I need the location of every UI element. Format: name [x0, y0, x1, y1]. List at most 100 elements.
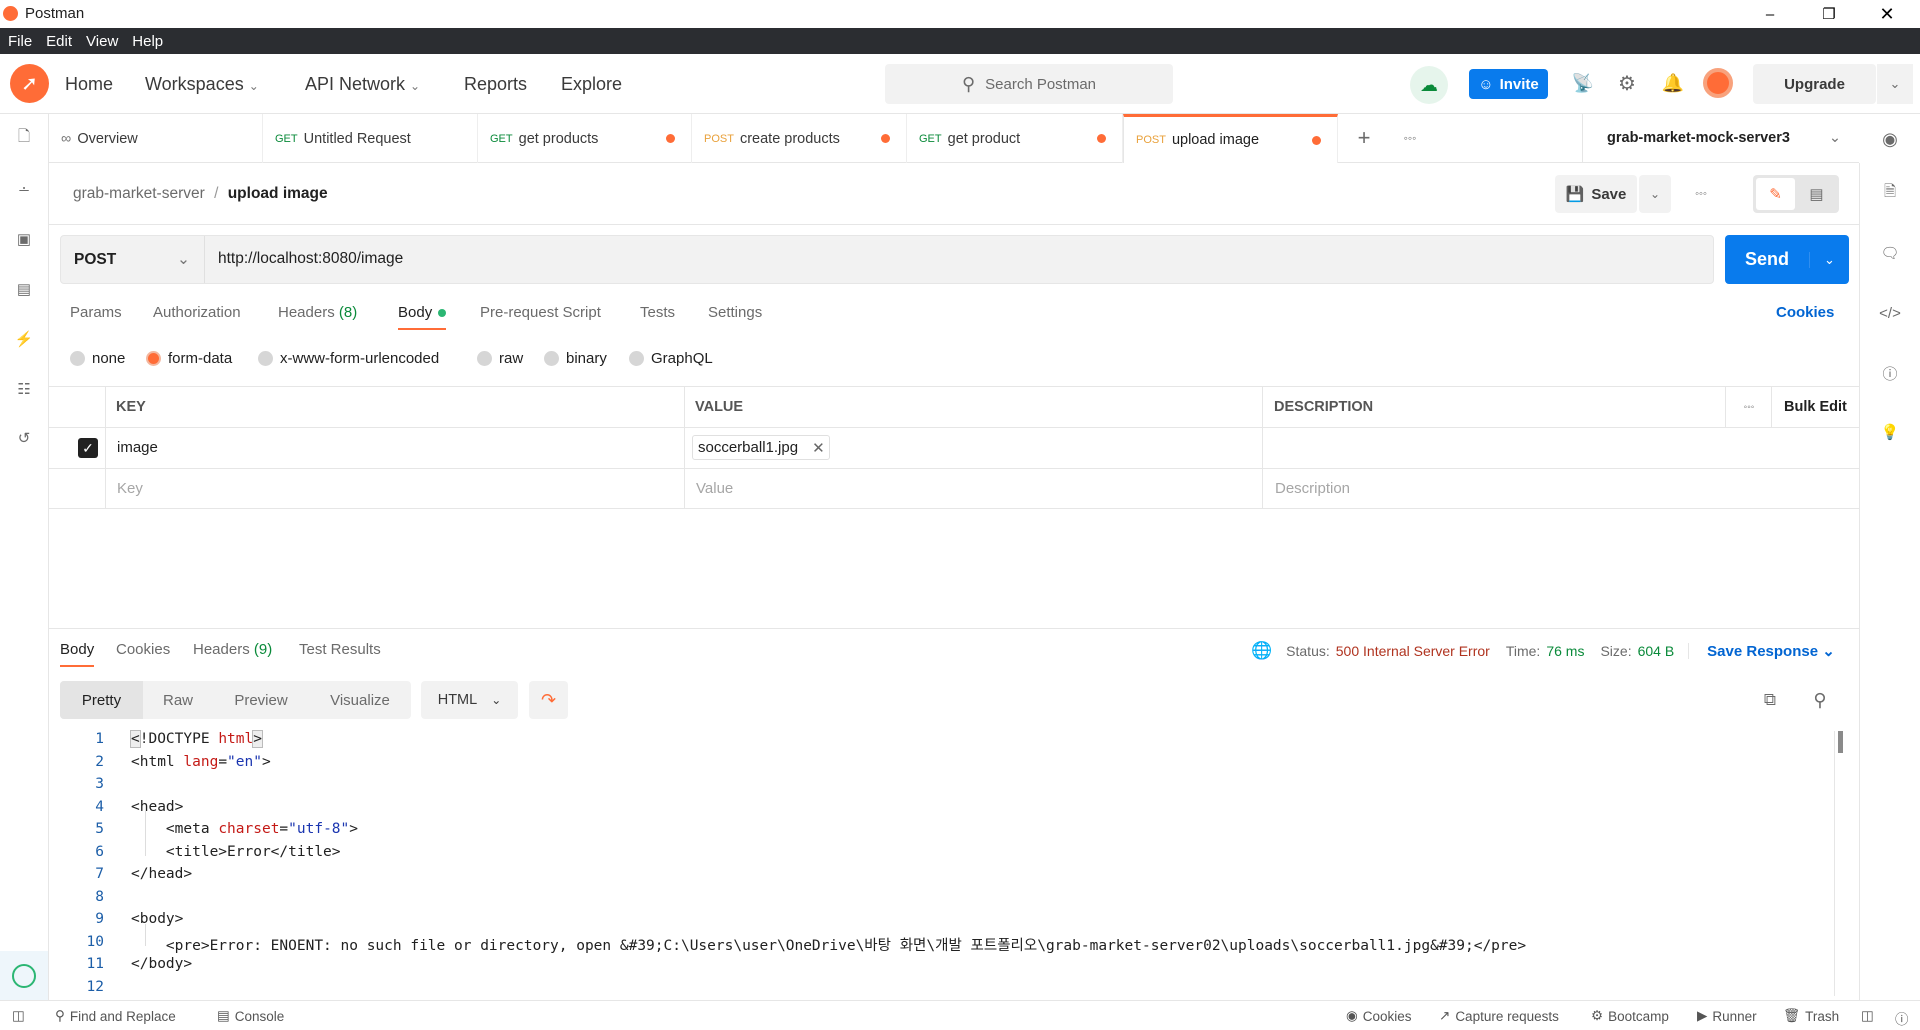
tab-upload-image[interactable]: POST upload image — [1123, 114, 1338, 163]
view-visualize[interactable]: Visualize — [309, 681, 411, 719]
menu-edit[interactable]: Edit — [46, 33, 72, 50]
new-key-input[interactable]: Key — [117, 480, 143, 497]
more-options-icon[interactable]: ◦◦◦ — [1688, 182, 1714, 206]
nav-workspaces[interactable]: Workspaces ⌄ — [145, 74, 259, 95]
code-icon[interactable]: </> — [1878, 301, 1902, 325]
wrap-lines-icon[interactable]: ↷ — [529, 681, 568, 719]
edit-pencil-icon[interactable]: ✎ — [1756, 178, 1795, 210]
response-tab-cookies[interactable]: Cookies — [116, 641, 170, 658]
invite-button[interactable]: ☺ Invite — [1469, 69, 1548, 99]
gear-icon[interactable]: ⚙ — [1614, 70, 1640, 96]
close-icon[interactable]: ✕ — [1872, 2, 1902, 26]
nav-reports[interactable]: Reports — [464, 74, 527, 95]
search-response-icon[interactable]: ⚲ — [1808, 688, 1832, 712]
time-value[interactable]: 76 ms — [1546, 643, 1584, 659]
menu-help[interactable]: Help — [132, 33, 163, 50]
send-button[interactable]: Send ⌄ — [1725, 235, 1849, 284]
radio-binary[interactable]: binary — [544, 350, 607, 367]
capture-requests-button[interactable]: ↗ Capture requests — [1439, 1008, 1559, 1024]
environment-quick-look-icon[interactable]: ◉ — [1877, 126, 1903, 152]
url-input[interactable]: http://localhost:8080/image — [218, 250, 1698, 268]
lightbulb-icon[interactable]: 💡 — [1878, 420, 1902, 444]
monitors-icon[interactable]: ⚡ — [12, 327, 36, 351]
view-pretty[interactable]: Pretty — [60, 681, 143, 719]
console-button[interactable]: ▤ Console — [217, 1008, 284, 1024]
environment-selector[interactable]: grab-market-mock-server3 ⌄ — [1582, 114, 1859, 162]
nav-explore[interactable]: Explore — [561, 74, 622, 95]
tab-body[interactable]: Body — [398, 304, 447, 330]
response-tab-headers[interactable]: Headers (9) — [193, 641, 272, 658]
upgrade-button[interactable]: Upgrade — [1753, 64, 1876, 104]
more-tabs-icon[interactable]: ◦◦◦ — [1398, 126, 1422, 150]
comments-icon[interactable]: 🗨 — [1878, 241, 1902, 265]
row-key[interactable]: image — [117, 439, 158, 456]
response-tab-body[interactable]: Body — [60, 641, 95, 667]
save-button[interactable]: 💾 Save — [1555, 175, 1637, 213]
tab-get-products[interactable]: GET get products — [478, 114, 692, 163]
apis-icon[interactable]: ∸ — [12, 178, 36, 202]
tab-create-products[interactable]: POST create products — [692, 114, 907, 163]
tab-overview[interactable]: ∞ Overview — [49, 114, 263, 163]
view-preview[interactable]: Preview — [213, 681, 309, 719]
save-response-button[interactable]: Save Response ⌄ — [1707, 642, 1835, 660]
tab-get-product[interactable]: GET get product — [907, 114, 1123, 163]
history-icon[interactable]: ↺ — [12, 426, 36, 450]
search-input[interactable]: ⚲ Search Postman — [885, 64, 1173, 104]
tab-authorization[interactable]: Authorization — [153, 304, 241, 321]
radio-x-www-form-urlencoded[interactable]: x-www-form-urlencoded — [258, 350, 439, 367]
runner-button[interactable]: ▶ Runner — [1697, 1008, 1757, 1024]
postman-logo-icon[interactable]: ➚ — [10, 64, 49, 103]
new-tab-icon[interactable]: + — [1352, 125, 1376, 150]
copy-icon[interactable]: ⧉ — [1758, 688, 1782, 712]
cloud-sync-icon[interactable]: ☁ — [1410, 66, 1448, 104]
new-value-input[interactable]: Value — [696, 480, 733, 497]
cookies-button[interactable]: ◉ Cookies — [1346, 1008, 1412, 1024]
mock-servers-icon[interactable]: ▤ — [12, 277, 36, 301]
row-checkbox[interactable]: ✓ — [78, 438, 98, 458]
menu-view[interactable]: View — [86, 33, 118, 50]
collections-icon[interactable]: 🗋 — [12, 126, 36, 150]
radio-none[interactable]: none — [70, 350, 125, 367]
find-replace-button[interactable]: ⚲ Find and Replace — [55, 1008, 176, 1024]
format-select[interactable]: HTML ⌄ — [421, 681, 518, 719]
scrollbar-thumb[interactable] — [1838, 731, 1843, 753]
tab-tests[interactable]: Tests — [640, 304, 675, 321]
send-dropdown-icon[interactable]: ⌄ — [1809, 251, 1849, 268]
bulk-edit-button[interactable]: Bulk Edit — [1784, 399, 1847, 415]
toggle-sidebar-icon[interactable]: ◫ — [12, 1008, 25, 1024]
size-value[interactable]: 604 B — [1638, 643, 1690, 659]
view-raw[interactable]: Raw — [143, 681, 213, 719]
response-divider[interactable] — [49, 628, 1859, 629]
nav-api-network[interactable]: API Network ⌄ — [305, 74, 420, 95]
satellite-icon[interactable]: 📡 — [1570, 70, 1596, 96]
avatar[interactable] — [1703, 68, 1733, 98]
environments-icon[interactable]: ▣ — [12, 227, 36, 251]
remove-file-icon[interactable]: ✕ — [812, 439, 825, 457]
two-pane-icon[interactable]: ◫ — [1861, 1008, 1874, 1024]
trash-button[interactable]: 🗑 Trash — [1783, 1008, 1839, 1024]
tab-untitled-request[interactable]: GET Untitled Request — [263, 114, 478, 163]
new-description-input[interactable]: Description — [1275, 480, 1350, 497]
tab-settings[interactable]: Settings — [708, 304, 762, 321]
nav-home[interactable]: Home — [65, 74, 113, 95]
bootcamp-button[interactable]: ⚙ Bootcamp — [1591, 1008, 1669, 1024]
table-options-icon[interactable]: ◦◦◦ — [1737, 396, 1761, 418]
save-dropdown[interactable]: ⌄ — [1639, 175, 1671, 213]
radio-raw[interactable]: raw — [477, 350, 523, 367]
breadcrumb-collection[interactable]: grab-market-server — [73, 185, 205, 202]
flows-icon[interactable]: ☷ — [12, 377, 36, 401]
status-value[interactable]: 500 Internal Server Error — [1336, 643, 1490, 659]
upgrade-dropdown[interactable]: ⌄ — [1877, 64, 1913, 104]
tab-params[interactable]: Params — [70, 304, 122, 321]
tab-pre-request-script[interactable]: Pre-request Script — [480, 304, 601, 321]
globe-icon[interactable]: 🌐 — [1251, 641, 1272, 661]
cookies-link[interactable]: Cookies — [1776, 304, 1834, 321]
response-tab-test-results[interactable]: Test Results — [299, 641, 381, 658]
method-select[interactable]: POST ⌄ — [61, 236, 205, 283]
info-icon[interactable]: ⓘ — [1878, 361, 1902, 385]
menu-file[interactable]: File — [8, 33, 32, 50]
radio-form-data[interactable]: form-data — [146, 350, 232, 367]
restore-icon[interactable]: ❐ — [1814, 2, 1844, 26]
bell-icon[interactable]: 🔔 — [1660, 70, 1686, 96]
comment-view-icon[interactable]: ▤ — [1797, 178, 1836, 210]
